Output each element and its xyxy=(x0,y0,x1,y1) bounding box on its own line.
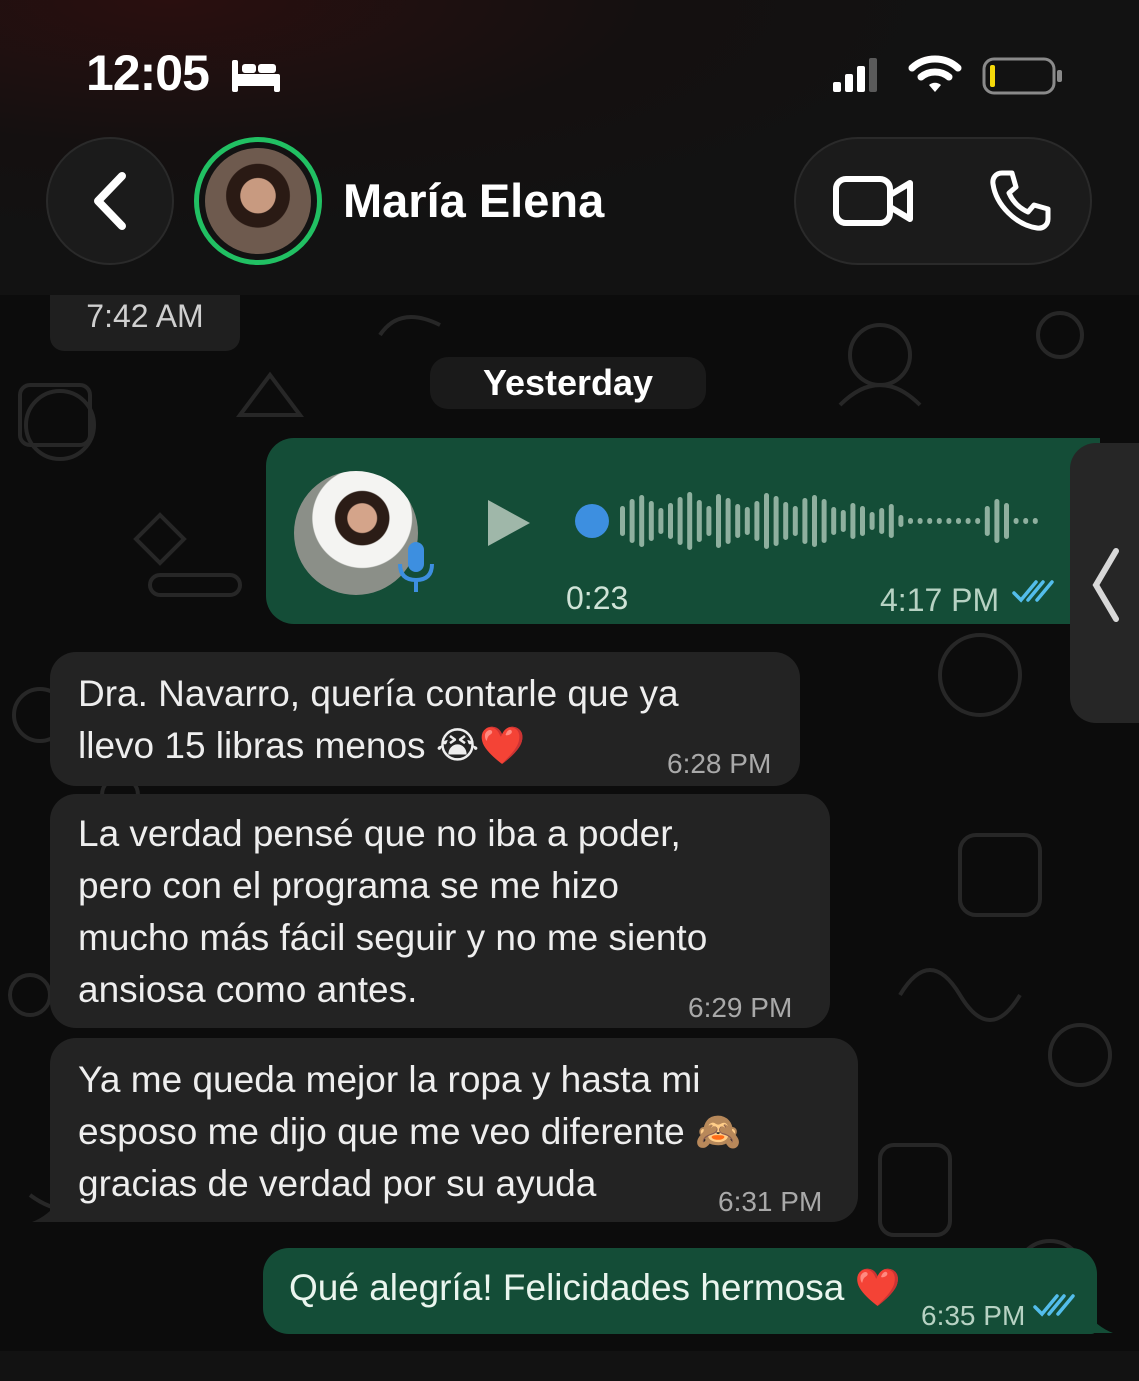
waveform-bar xyxy=(706,506,712,536)
avatar-photo xyxy=(205,148,311,254)
message-bubble[interactable]: Dra. Navarro, quería contarle que ya lle… xyxy=(50,652,800,786)
waveform-bar xyxy=(629,499,635,543)
previous-message-time: 7:42 AM xyxy=(50,295,240,351)
message-line: mucho más fácil seguir y no me siento xyxy=(78,917,708,958)
waveform-bar xyxy=(850,503,856,539)
message-bubble[interactable]: La verdad pensé que no iba a poder, pero… xyxy=(50,794,830,1028)
battery-icon xyxy=(982,57,1062,95)
waveform-bar xyxy=(648,501,654,541)
waveform-bar xyxy=(716,494,721,548)
phone-call-icon[interactable] xyxy=(988,169,1052,233)
waveform-bar xyxy=(956,518,961,524)
message-time: 6:31 PM xyxy=(718,1186,823,1217)
date-separator: Yesterday xyxy=(430,357,706,409)
message-time: 6:28 PM xyxy=(667,748,772,779)
message-time: 6:35 PM xyxy=(921,1300,1026,1331)
waveform-bar xyxy=(1004,503,1009,539)
waveform-bar xyxy=(658,508,664,534)
wifi-icon xyxy=(908,55,962,92)
voice-note-bubble[interactable]: 0:23 4:17 PM xyxy=(266,438,1100,624)
microphone-icon xyxy=(398,542,434,592)
waveform-bar xyxy=(696,500,702,542)
reply-bubble[interactable]: Qué alegría! Felicidades hermosa ❤️ 6:35… xyxy=(263,1248,1097,1334)
message-line: esposo me dijo que me veo diferente 🙈 xyxy=(78,1111,742,1152)
bottom-bar xyxy=(0,1351,1139,1381)
call-actions xyxy=(794,137,1092,265)
waveform-bar xyxy=(802,498,808,544)
sleep-focus-icon xyxy=(232,60,280,92)
waveform-bar xyxy=(677,497,683,545)
message-line: La verdad pensé que no iba a poder, xyxy=(78,813,681,854)
chat-area[interactable]: 7:42 AM Yesterday 0:23 4:17 PM Dra. Nava… xyxy=(0,295,1139,1351)
waveform-bar xyxy=(975,518,981,524)
video-call-icon[interactable] xyxy=(832,173,914,229)
back-button[interactable] xyxy=(46,137,174,265)
contact-avatar[interactable] xyxy=(194,137,322,265)
waveform-bar xyxy=(936,518,942,524)
waveform-bar xyxy=(888,504,894,538)
waveform-bar xyxy=(620,506,625,536)
waveform-bar xyxy=(792,506,798,536)
waveform-bar xyxy=(898,515,904,527)
waveform-bar xyxy=(994,499,1000,543)
message-line: Ya me queda mejor la ropa y hasta mi xyxy=(78,1059,701,1100)
waveform-bar xyxy=(639,495,645,547)
waveform-bar xyxy=(783,502,789,540)
waveform-bar xyxy=(927,518,933,524)
chevron-left-icon xyxy=(1092,548,1119,622)
play-icon[interactable] xyxy=(484,496,534,550)
chevron-left-icon xyxy=(94,172,126,230)
message-time: 4:17 PM xyxy=(880,582,1000,618)
waveform-bar xyxy=(965,518,971,524)
waveform-bar xyxy=(860,506,865,536)
waveform-bar xyxy=(668,503,673,539)
chat-header: 12:05 María Elena xyxy=(0,0,1139,295)
waveform-bar xyxy=(840,510,846,532)
waveform-bar xyxy=(773,496,779,546)
waveform-bar xyxy=(764,493,769,549)
waveform-bar xyxy=(812,495,817,547)
waveform-bar xyxy=(984,506,990,536)
contact-name[interactable]: María Elena xyxy=(343,173,604,228)
waveform-bar xyxy=(869,512,875,530)
waveform-bar xyxy=(1032,518,1038,524)
waveform-bar xyxy=(687,492,693,550)
audio-waveform[interactable] xyxy=(572,486,1042,556)
message-bubble[interactable]: Ya me queda mejor la ropa y hasta mi esp… xyxy=(50,1038,858,1222)
waveform-bar xyxy=(821,499,827,543)
waveform-bar xyxy=(725,498,731,544)
waveform-bar xyxy=(744,507,750,535)
waveform-bar xyxy=(831,507,837,535)
message-line: pero con el programa se me hizo xyxy=(78,865,619,906)
status-time: 12:05 xyxy=(86,45,210,101)
waveform-bar xyxy=(1023,518,1029,524)
waveform-bar xyxy=(754,501,760,541)
waveform-bar xyxy=(917,518,923,524)
waveform-bar xyxy=(735,504,741,538)
read-receipt-icon xyxy=(1033,1294,1075,1317)
waveform-bar xyxy=(946,518,952,524)
side-panel-handle[interactable] xyxy=(1070,443,1139,723)
cellular-signal-icon xyxy=(833,58,877,92)
waveform-bar xyxy=(908,518,913,524)
voice-note-duration: 0:23 xyxy=(566,580,629,616)
bubble-tail xyxy=(32,1200,60,1222)
waveform-bar xyxy=(879,508,885,534)
message-time: 6:29 PM xyxy=(688,992,793,1023)
read-receipt-icon xyxy=(1012,580,1054,603)
message-line: Dra. Navarro, quería contarle que ya xyxy=(78,673,679,714)
bubble-tail xyxy=(1085,1311,1113,1333)
waveform-bar xyxy=(1013,518,1019,524)
